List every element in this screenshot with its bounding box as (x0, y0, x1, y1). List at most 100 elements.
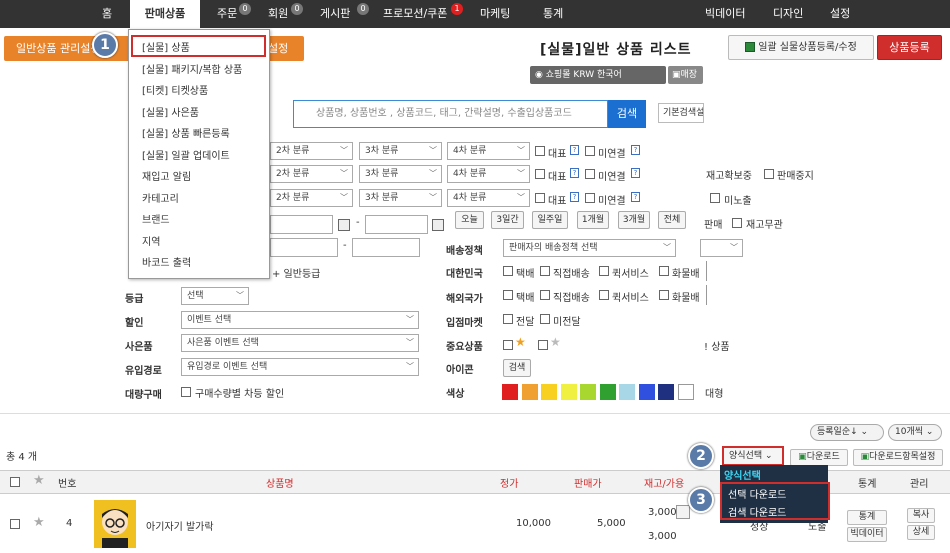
menu-item[interactable]: [실물] 패키지/복합 상품 (142, 61, 242, 76)
basic-search-settings-button[interactable]: 기본검색설정 (658, 103, 704, 123)
bulk-register-button[interactable]: 일괄 실물상품등록/수정 (728, 35, 874, 60)
row-stats-button[interactable]: 통계 (847, 510, 887, 525)
help-icon[interactable]: ? (570, 168, 579, 178)
menu-item[interactable]: [티켓] 티켓상품 (142, 82, 208, 97)
menu-item[interactable]: 바코드 출력 (142, 254, 191, 269)
product-thumbnail[interactable] (94, 500, 136, 548)
download-button[interactable]: ▣다운로드 (790, 449, 848, 466)
icon-search-button[interactable]: 검색 (503, 359, 531, 377)
help-icon[interactable]: ? (631, 145, 640, 155)
help-icon[interactable]: ? (570, 145, 579, 155)
nav-orders[interactable]: 주문 (217, 0, 237, 28)
quick-checkbox[interactable] (599, 266, 609, 276)
date-3months-button[interactable]: 3개월 (618, 211, 650, 229)
unlinked-checkbox[interactable] (585, 169, 595, 179)
menu-item[interactable]: [실물] 사은품 (142, 104, 199, 119)
representative-checkbox[interactable] (535, 193, 545, 203)
header-sale-price[interactable]: 판매가 (574, 475, 602, 490)
region-level2-select[interactable]: 2차 분류 ﹀ (270, 189, 353, 207)
download-settings-button[interactable]: ▣다운로드항목설정 (853, 449, 943, 466)
gift-event-select[interactable]: 사은품 이벤트 선택 ﹀ (181, 334, 419, 352)
product-name-link[interactable]: 아기자기 발가락 (146, 518, 214, 533)
stock-edit-icon[interactable] (676, 505, 690, 519)
category-level3-select[interactable]: 3차 분류 ﹀ (359, 142, 442, 160)
search-button[interactable]: 검색 (608, 100, 646, 128)
store-view-button[interactable]: ▣매장 (668, 66, 703, 84)
hidden-checkbox[interactable] (710, 193, 720, 203)
category-level2-select[interactable]: 2차 분류 ﹀ (270, 142, 353, 160)
nav-bigdata[interactable]: 빅데이터 (705, 0, 745, 28)
inflow-event-select[interactable]: 유입경로 이벤트 선택 ﹀ (181, 358, 419, 376)
menu-item[interactable]: 재입고 알림 (142, 168, 191, 183)
not-delivered-checkbox[interactable] (540, 314, 550, 324)
courier-checkbox[interactable] (503, 266, 513, 276)
cargo-checkbox[interactable] (659, 290, 669, 300)
color-swatch[interactable] (619, 384, 635, 400)
representative-checkbox[interactable] (535, 146, 545, 156)
sort-select[interactable]: 등록일순↓ ⌄ (810, 424, 884, 441)
header-price[interactable]: 정가 (500, 475, 518, 490)
grade-select[interactable]: 선택 ﹀ (181, 287, 249, 305)
color-swatch[interactable] (677, 384, 694, 400)
quick-checkbox[interactable] (599, 290, 609, 300)
color-swatch[interactable] (541, 384, 557, 400)
menu-item[interactable]: [실물] 상품 빠른등록 (142, 125, 230, 140)
help-icon[interactable]: ? (570, 192, 579, 202)
nav-members[interactable]: 회원 (268, 0, 288, 28)
unlinked-checkbox[interactable] (585, 193, 595, 203)
brand-level2-select[interactable]: 2차 분류 ﹀ (270, 165, 353, 183)
brand-level4-select[interactable]: 4차 분류 ﹀ (447, 165, 530, 183)
stock-ignore-checkbox[interactable] (732, 218, 742, 228)
nav-marketing[interactable]: 마케팅 (480, 0, 510, 28)
color-swatch[interactable] (580, 384, 596, 400)
settings-button[interactable]: 설정 (264, 36, 304, 61)
format-select[interactable]: 양식선택 ⌄ (722, 446, 784, 466)
nav-promotion[interactable]: 프로모션/쿠폰 (383, 0, 447, 28)
star-icon[interactable]: ★ (33, 473, 45, 488)
date-3days-button[interactable]: 3일간 (491, 211, 524, 229)
menu-item[interactable]: 지역 (142, 233, 160, 248)
search-input[interactable]: 상품명, 상품번호 , 상품코드, 태그, 간략설명, 수출입상품코드 (293, 100, 608, 128)
courier-checkbox[interactable] (503, 290, 513, 300)
nav-settings[interactable]: 설정 (830, 0, 850, 28)
row-detail-button[interactable]: 상세 (907, 525, 935, 540)
representative-checkbox[interactable] (535, 169, 545, 179)
nav-stats[interactable]: 통계 (543, 0, 563, 28)
important-checkbox[interactable] (503, 340, 513, 350)
color-swatch[interactable] (521, 384, 538, 400)
shipping-policy-select[interactable]: 판매자의 배송정책 선택 ﹀ (503, 239, 676, 257)
row-copy-button[interactable]: 복사 (907, 508, 935, 523)
color-swatch[interactable] (502, 384, 518, 400)
region-level4-select[interactable]: 4차 분류 ﹀ (447, 189, 530, 207)
brand-level3-select[interactable]: 3차 분류 ﹀ (359, 165, 442, 183)
bulk-purchase-checkbox[interactable] (181, 387, 191, 397)
sale-stop-checkbox[interactable] (764, 169, 774, 179)
mall-language-selector[interactable]: ◉ 쇼핑몰 KRW 한국어 (530, 66, 666, 84)
color-swatch[interactable] (560, 384, 577, 400)
register-product-button[interactable]: 상품등록 (877, 35, 942, 60)
help-icon[interactable]: ? (631, 168, 640, 178)
per-page-select[interactable]: 10개씩 ⌄ (888, 424, 942, 441)
unlinked-checkbox[interactable] (585, 146, 595, 156)
direct-checkbox[interactable] (540, 290, 550, 300)
category-level4-select[interactable]: 4차 분류 ﹀ (447, 142, 530, 160)
menu-item[interactable]: 브랜드 (142, 211, 170, 226)
price-max-input[interactable] (352, 238, 420, 257)
start-date-input[interactable] (270, 215, 333, 234)
delivered-checkbox[interactable] (503, 314, 513, 324)
cargo-checkbox[interactable] (659, 266, 669, 276)
calendar-icon[interactable] (338, 219, 350, 231)
date-1month-button[interactable]: 1개월 (577, 211, 609, 229)
extra-select[interactable]: ﹀ (700, 239, 743, 257)
date-all-button[interactable]: 전체 (658, 211, 686, 229)
calendar-icon[interactable] (432, 219, 444, 231)
color-swatch[interactable] (599, 384, 616, 400)
color-swatch[interactable] (638, 384, 655, 400)
discount-event-select[interactable]: 이벤트 선택 ﹀ (181, 311, 419, 329)
nav-products[interactable]: 판매상품 (130, 0, 200, 28)
nav-design[interactable]: 디자인 (773, 0, 803, 28)
menu-item[interactable]: 카테고리 (142, 190, 179, 205)
region-level3-select[interactable]: 3차 분류 ﹀ (359, 189, 442, 207)
color-swatch[interactable] (658, 384, 674, 400)
menu-item[interactable]: [실물] 일괄 업데이트 (142, 147, 230, 162)
